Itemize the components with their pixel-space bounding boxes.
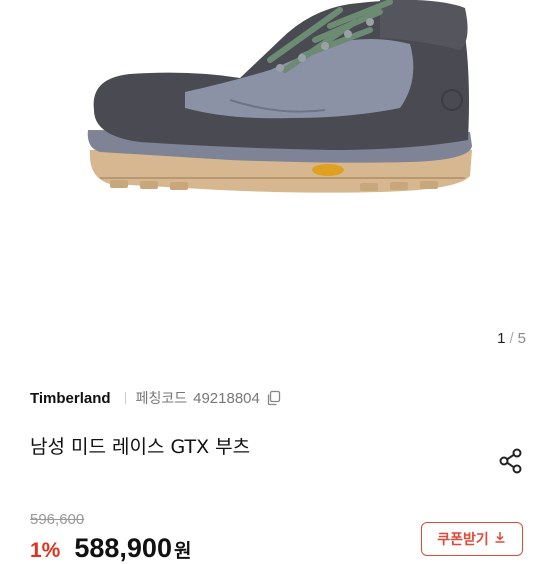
coupon-download-button[interactable]: 쿠폰받기: [421, 522, 523, 556]
total-image-count: 5: [517, 330, 526, 347]
image-page-counter: 1/5: [497, 330, 526, 347]
sale-price: 588,900: [74, 533, 172, 563]
discount-rate: 1%: [30, 539, 61, 562]
brand-divider: [124, 392, 126, 404]
product-code-value: 49218804: [193, 389, 260, 407]
product-image-gallery[interactable]: 1/5: [0, 0, 554, 362]
product-title: 남성 미드 레이스 GTX 부츠: [30, 436, 251, 458]
product-code-label: 페칭코드: [135, 391, 188, 407]
brand-link[interactable]: Timberland: [30, 390, 111, 407]
current-image-index: 1: [497, 330, 506, 347]
boot-product-image: [87, 0, 472, 193]
coupon-button-label: 쿠폰받기: [437, 532, 489, 548]
currency-unit: 원: [173, 540, 192, 562]
price-row: 1% 588,900 원: [30, 533, 191, 564]
original-price: 596,600: [30, 511, 85, 528]
brand-row: Timberland 페칭코드 49218804: [30, 388, 282, 408]
share-icon[interactable]: [496, 446, 526, 480]
counter-separator: /: [509, 330, 514, 347]
copy-icon[interactable]: [266, 390, 282, 406]
download-icon: [493, 530, 507, 548]
